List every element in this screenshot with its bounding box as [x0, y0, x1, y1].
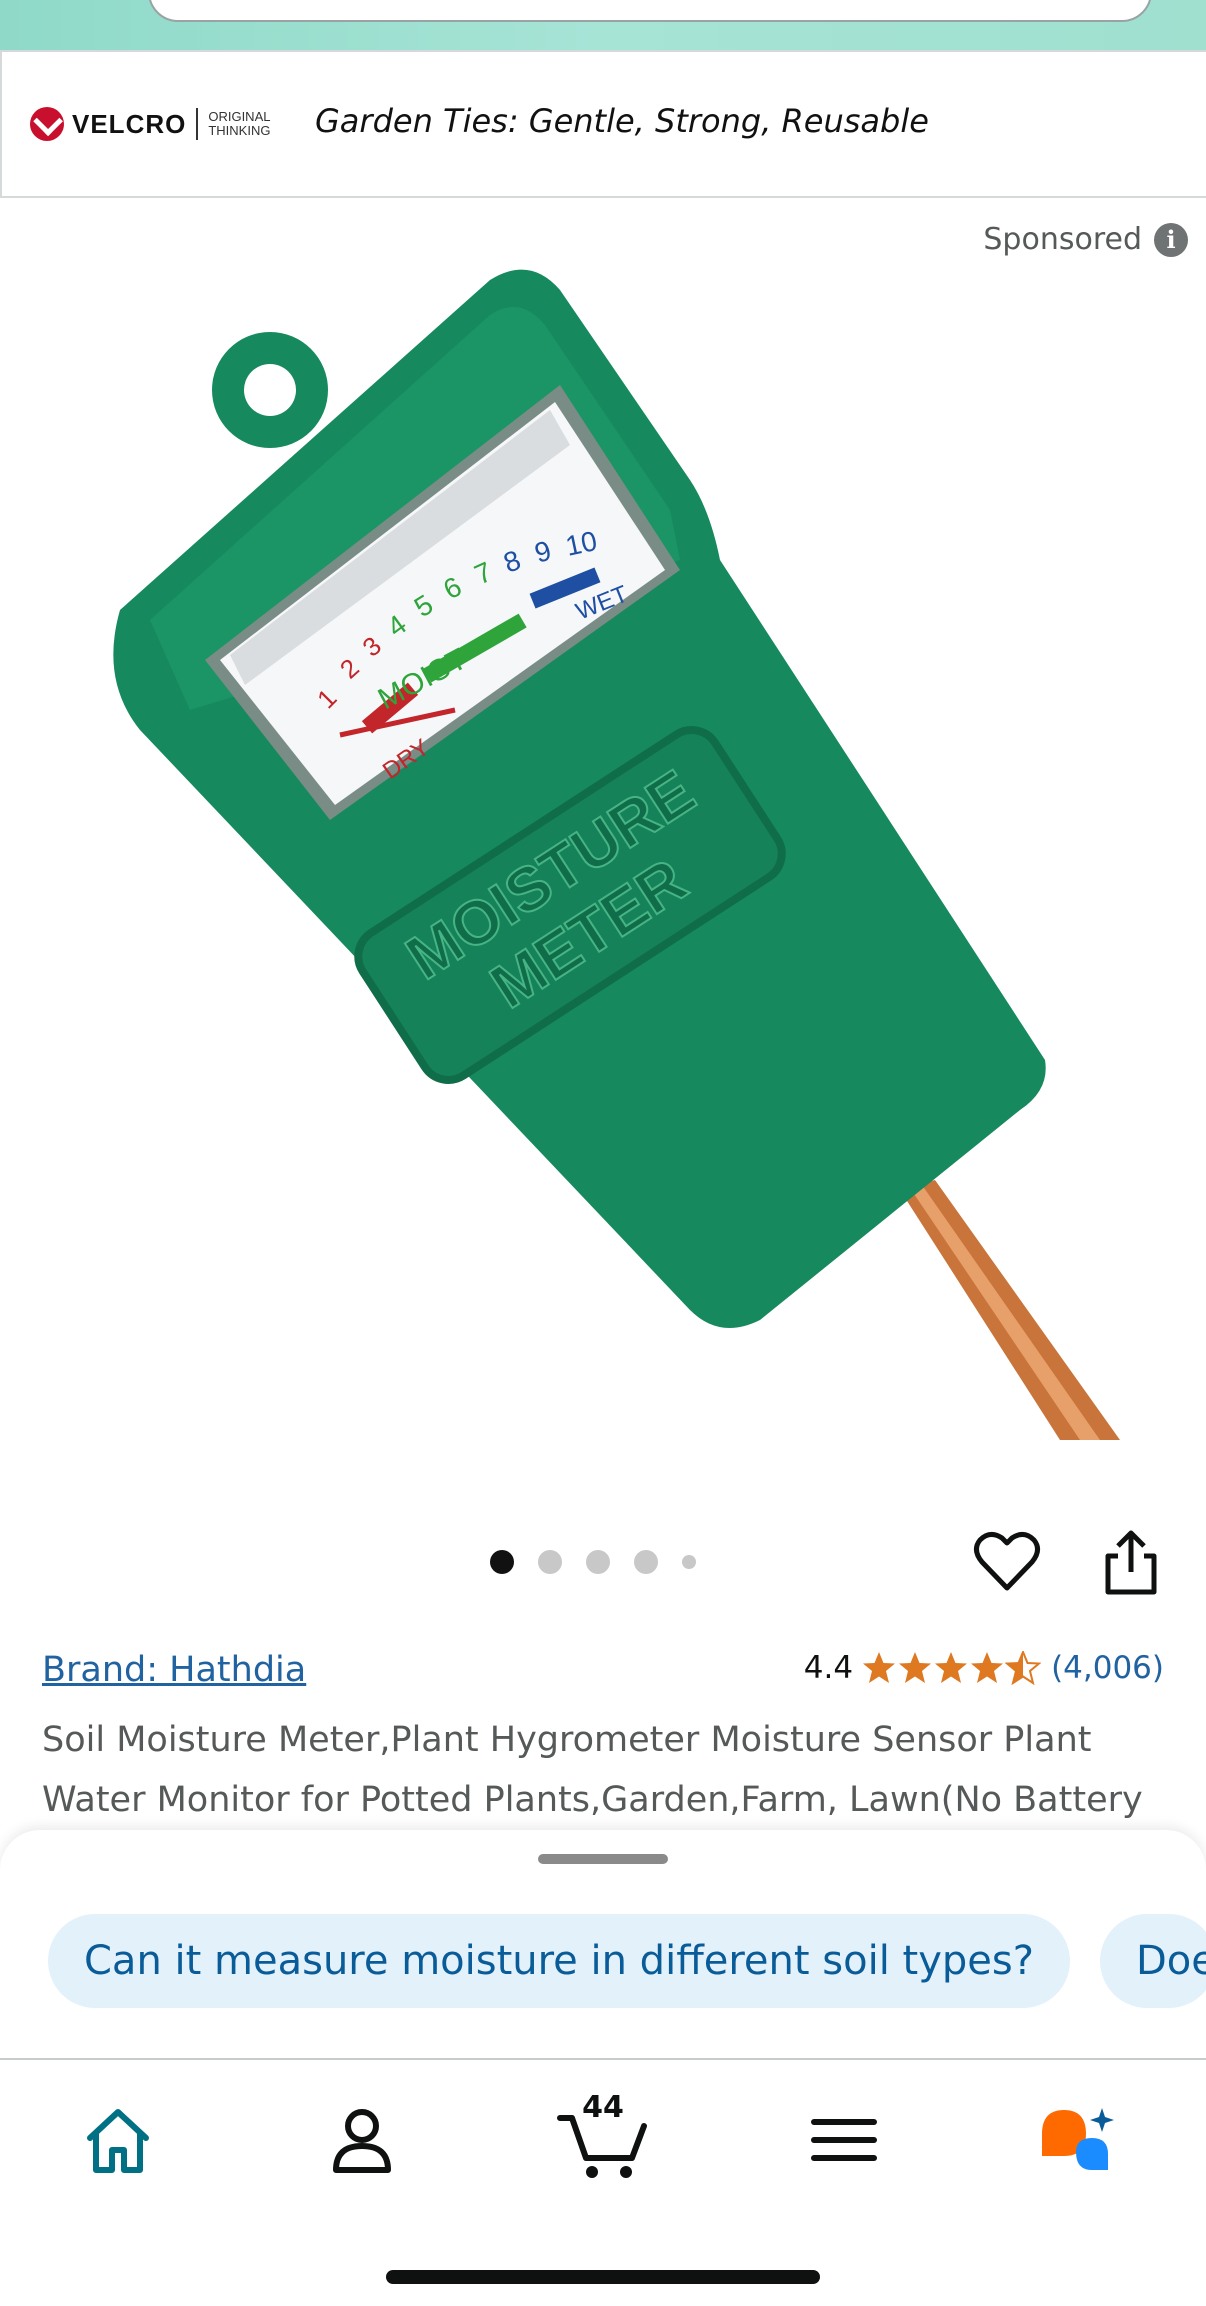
- suggested-question-chip[interactable]: Can it measure moisture in different soi…: [48, 1914, 1070, 2008]
- velcro-wordmark: VELCRO: [72, 108, 187, 139]
- info-icon[interactable]: i: [1154, 222, 1188, 257]
- menu-icon[interactable]: [804, 2100, 884, 2180]
- share-icon[interactable]: [1096, 1528, 1166, 1598]
- wishlist-heart-icon[interactable]: [972, 1528, 1042, 1598]
- search-field-edge[interactable]: [148, 0, 1152, 22]
- logo-divider: [196, 108, 199, 140]
- gallery-dot-5[interactable]: [682, 1555, 696, 1569]
- half-star-icon: [1005, 1651, 1042, 1685]
- cart-count-badge: 44: [582, 2090, 624, 2125]
- tagline-line-2: THINKING: [208, 123, 271, 138]
- star-rating: [861, 1651, 1042, 1685]
- sheet-drag-handle[interactable]: [538, 1854, 668, 1864]
- account-icon[interactable]: [322, 2100, 402, 2180]
- suggested-question-chip[interactable]: Doe: [1100, 1914, 1206, 2008]
- velcro-logo: VELCRO ORIGINAL THINKING: [30, 104, 270, 144]
- rating-summary[interactable]: 4.4 (4,006): [804, 1650, 1164, 1686]
- cart-button[interactable]: 44: [556, 2090, 656, 2180]
- star-icon: [863, 1652, 896, 1683]
- tagline-line-1: ORIGINAL: [208, 109, 271, 124]
- sponsored-label[interactable]: Sponsored i: [983, 222, 1188, 257]
- ad-headline: Garden Ties: Gentle, Strong, Reusable: [315, 102, 929, 140]
- scale-number-10: 10: [563, 525, 600, 562]
- sponsored-text: Sponsored: [983, 222, 1142, 257]
- gallery-dot-2[interactable]: [538, 1550, 562, 1574]
- bottom-nav-bar: 44: [0, 2058, 1206, 2306]
- star-icon: [899, 1652, 932, 1683]
- velcro-tagline: ORIGINAL THINKING: [208, 110, 270, 138]
- probe-rod: [900, 1180, 1120, 1440]
- home-indicator: [386, 2270, 820, 2284]
- product-title[interactable]: Soil Moisture Meter,Plant Hygrometer Moi…: [42, 1710, 1182, 1830]
- gallery-dot-1[interactable]: [490, 1550, 514, 1574]
- rating-number: 4.4: [803, 1650, 854, 1686]
- brand-link[interactable]: Brand: Hathdia: [42, 1650, 306, 1690]
- star-icon: [971, 1652, 1004, 1683]
- review-count-link[interactable]: (4,006): [1051, 1650, 1164, 1686]
- gallery-dot-4[interactable]: [634, 1550, 658, 1574]
- rufus-question-sheet[interactable]: Can it measure moisture in different soi…: [0, 1830, 1206, 2060]
- rufus-assistant-icon[interactable]: [1036, 2100, 1116, 2180]
- gallery-dot-3[interactable]: [586, 1550, 610, 1574]
- product-image[interactable]: 1 2 3 4 5 6 7 8 9 10 MOIST WET DRY MOIST…: [60, 260, 1140, 1440]
- sponsored-ad-banner[interactable]: VELCRO ORIGINAL THINKING Garden Ties: Ge…: [0, 50, 1206, 198]
- image-gallery-dots[interactable]: [490, 1550, 720, 1574]
- top-search-bar: [0, 0, 1206, 50]
- home-icon[interactable]: [78, 2100, 158, 2180]
- velcro-check-icon: [30, 107, 64, 141]
- star-icon: [935, 1652, 968, 1683]
